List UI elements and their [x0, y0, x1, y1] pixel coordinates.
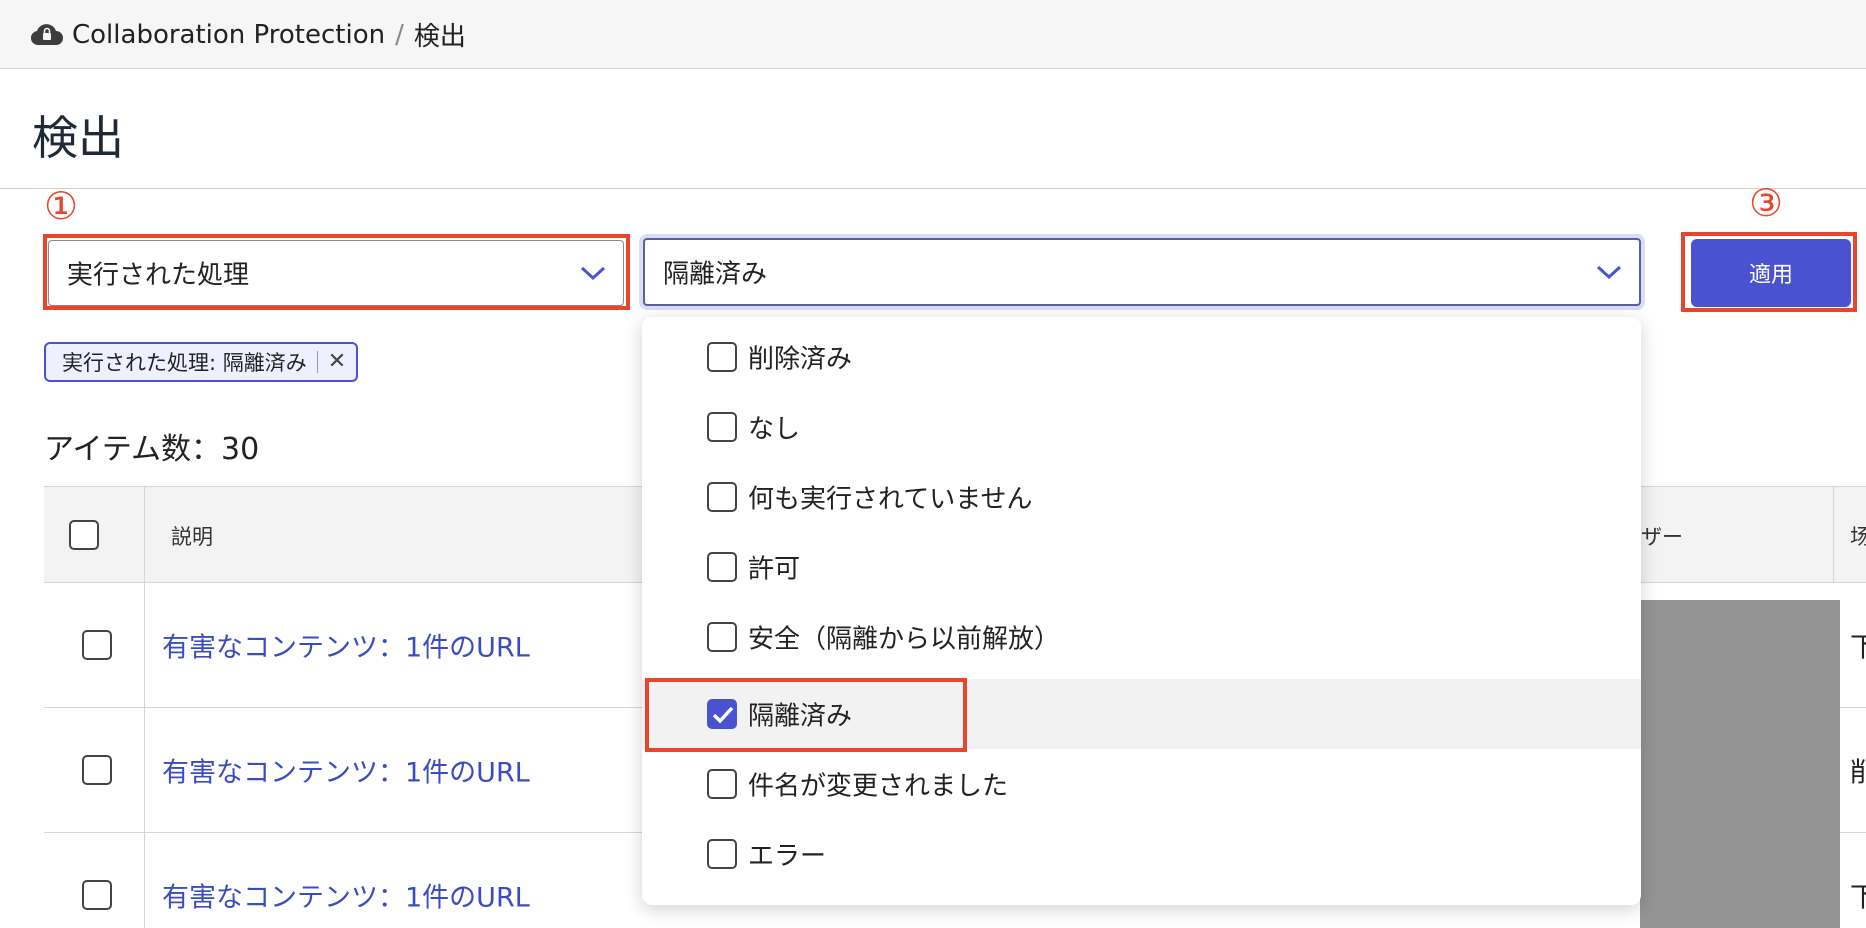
dropdown-option[interactable]: エラー — [642, 819, 1641, 889]
breadcrumb-separator: / — [395, 19, 404, 50]
filter-value-dropdown: 削除済み なし 何も実行されていません 許可 安全（隔離から以前解放） 隔離済み… — [642, 317, 1641, 905]
option-label: 安全（隔離から以前解放） — [748, 624, 1061, 655]
option-label: 件名が変更されました — [748, 771, 1009, 802]
option-checkbox[interactable] — [707, 622, 737, 652]
filter-chip-label: 実行された処理: 隔離済み — [62, 351, 307, 375]
chip-divider — [316, 351, 318, 373]
row-partial-cell: 下 — [1850, 876, 1866, 915]
breadcrumb-current: 検出 — [413, 22, 466, 52]
annotation-box-step-3 — [1681, 232, 1857, 312]
chevron-down-icon — [1596, 265, 1622, 280]
annotation-box-step-2 — [645, 678, 967, 752]
header-user[interactable]: ザー — [1641, 521, 1683, 551]
column-divider — [144, 487, 145, 928]
item-count: アイテム数：30 — [44, 432, 260, 467]
column-divider — [1833, 487, 1834, 583]
option-checkbox[interactable] — [707, 769, 737, 799]
row-checkbox[interactable] — [82, 755, 112, 785]
dropdown-option[interactable]: なし — [642, 392, 1641, 462]
row-description-link[interactable]: 有害なコンテンツ：1件のURL — [162, 876, 530, 915]
header-description[interactable]: 説明 — [171, 521, 213, 551]
option-label: エラー — [748, 841, 827, 872]
breadcrumb: Collaboration Protection / 検出 — [72, 16, 466, 53]
option-label: 許可 — [748, 554, 801, 585]
breadcrumb-app[interactable]: Collaboration Protection — [72, 20, 385, 50]
close-icon[interactable]: ✕ — [328, 351, 346, 373]
dropdown-option[interactable]: 削除済み — [642, 322, 1641, 392]
dropdown-option[interactable]: 許可 — [642, 532, 1641, 602]
annotation-box-step-1 — [43, 234, 630, 310]
redacted-area — [1640, 600, 1840, 928]
filter-value-select[interactable]: 隔離済み — [643, 238, 1641, 306]
option-checkbox[interactable] — [707, 839, 737, 869]
row-checkbox[interactable] — [82, 630, 112, 660]
row-description-link[interactable]: 有害なコンテンツ：1件のURL — [162, 626, 530, 665]
title-divider — [0, 188, 1866, 189]
annotation-step-1: ① — [44, 184, 79, 228]
dropdown-option[interactable]: 安全（隔離から以前解放） — [642, 602, 1641, 672]
select-all-checkbox[interactable] — [69, 520, 99, 550]
filter-chip: 実行された処理: 隔離済み ✕ — [44, 342, 359, 382]
dropdown-option[interactable]: 件名が変更されました — [642, 749, 1641, 819]
row-checkbox[interactable] — [82, 880, 112, 910]
option-checkbox[interactable] — [707, 342, 737, 372]
filter-value-text: 隔離済み — [663, 259, 768, 290]
option-label: なし — [748, 414, 801, 445]
header-partial[interactable]: 场 — [1850, 521, 1866, 551]
row-description-link[interactable]: 有害なコンテンツ：1件のURL — [162, 751, 530, 790]
cloud-lock-icon — [31, 24, 63, 46]
page-title: 検出 — [32, 111, 124, 165]
top-bar: Collaboration Protection / 検出 — [0, 0, 1866, 69]
option-label: 削除済み — [748, 344, 853, 375]
row-partial-cell: 下 — [1850, 626, 1866, 665]
annotation-step-3: ③ — [1749, 181, 1784, 225]
option-checkbox[interactable] — [707, 552, 737, 582]
row-partial-cell: 削 — [1850, 751, 1866, 790]
dropdown-option[interactable]: 何も実行されていません — [642, 462, 1641, 532]
option-label: 何も実行されていません — [748, 484, 1033, 515]
option-checkbox[interactable] — [707, 412, 737, 442]
option-checkbox[interactable] — [707, 482, 737, 512]
